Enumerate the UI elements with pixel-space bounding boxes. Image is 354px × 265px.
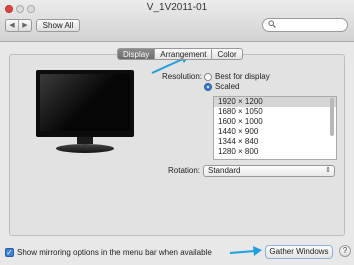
resolution-list-item[interactable]: 1600 × 1000 bbox=[214, 117, 336, 127]
back-icon[interactable]: ◀ bbox=[6, 20, 18, 31]
resolution-list-item[interactable]: 1280 × 800 bbox=[214, 147, 336, 157]
rotation-value: Standard bbox=[208, 166, 241, 175]
resolution-list-scrollbar[interactable] bbox=[330, 98, 334, 136]
search-icon bbox=[268, 20, 276, 30]
search-input[interactable] bbox=[277, 20, 343, 30]
monitor-screen bbox=[40, 74, 130, 131]
mirroring-checkbox[interactable]: ✓ bbox=[5, 248, 14, 257]
tab-color[interactable]: Color bbox=[212, 48, 243, 60]
title-bar: V_1V2011-01 ◀ ▶ Show All bbox=[0, 0, 354, 42]
pane-tabs: Display Arrangement Color bbox=[117, 48, 243, 60]
tab-arrangement[interactable]: Arrangement bbox=[155, 48, 213, 60]
resolution-list-item[interactable]: 1344 × 840 bbox=[214, 137, 336, 147]
mirroring-label: Show mirroring options in the menu bar w… bbox=[17, 248, 212, 257]
system-preferences-window: V_1V2011-01 ◀ ▶ Show All Display Arrange… bbox=[0, 0, 354, 265]
scaled-radio[interactable] bbox=[204, 83, 212, 91]
forward-icon[interactable]: ▶ bbox=[18, 20, 31, 31]
show-all-button[interactable]: Show All bbox=[36, 19, 80, 32]
resolution-list-item[interactable]: 1680 × 1050 bbox=[214, 107, 336, 117]
resolution-list-item[interactable]: 1920 × 1200 bbox=[214, 97, 336, 107]
chevron-up-down-icon: ⇕ bbox=[325, 167, 331, 174]
resolution-list-item[interactable]: 1440 × 900 bbox=[214, 127, 336, 137]
monitor-stand-base bbox=[56, 144, 114, 153]
monitor-stand-neck bbox=[77, 137, 93, 144]
annotation-arrow-icon bbox=[229, 246, 262, 256]
best-for-display-radio[interactable] bbox=[204, 73, 212, 81]
tab-display[interactable]: Display bbox=[117, 48, 156, 60]
best-for-display-label: Best for display bbox=[215, 72, 270, 81]
scaled-label: Scaled bbox=[215, 82, 240, 91]
resolution-list: 1920 × 1200 1680 × 1050 1600 × 1000 1440… bbox=[213, 96, 337, 160]
display-monitor-image bbox=[36, 70, 134, 137]
gather-windows-button[interactable]: Gather Windows bbox=[265, 245, 333, 259]
search-field[interactable] bbox=[262, 18, 348, 32]
back-forward-buttons: ◀ ▶ bbox=[5, 19, 32, 32]
help-button[interactable]: ? bbox=[339, 245, 351, 257]
rotation-select[interactable]: Standard ⇕ bbox=[203, 165, 335, 177]
rotation-label: Rotation: bbox=[168, 166, 201, 175]
window-title: V_1V2011-01 bbox=[146, 2, 208, 13]
